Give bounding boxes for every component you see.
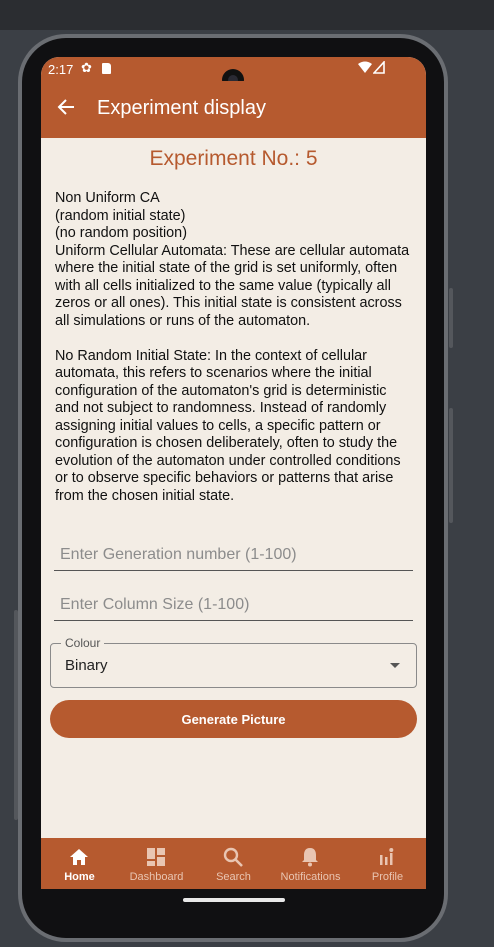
power-button (449, 288, 453, 348)
nav-home-label: Home (64, 871, 95, 883)
generation-number-field[interactable] (54, 546, 419, 571)
nav-dashboard-label: Dashboard (129, 871, 184, 883)
experiment-heading: Experiment No.: 5 (149, 147, 318, 170)
nav-notifications[interactable]: Notifications (272, 838, 349, 889)
status-time: 2:17 (48, 62, 74, 77)
nav-search[interactable]: Search (195, 838, 272, 889)
search-icon (223, 847, 243, 867)
bottom-navigation: Home Dashboard Search Notifications Prof… (41, 838, 426, 889)
sd-card-icon (102, 63, 111, 74)
home-icon (70, 849, 88, 865)
app-bar: Experiment display (41, 81, 426, 138)
generate-picture-button[interactable]: Generate Picture (50, 700, 417, 738)
experiment-description: Non Uniform CA (random initial state) (n… (55, 190, 410, 504)
nav-dashboard[interactable]: Dashboard (118, 838, 195, 889)
side-rail (14, 610, 18, 820)
dropdown-caret-icon (390, 663, 400, 668)
nav-search-label: Search (216, 871, 251, 883)
signal-icon (373, 61, 385, 74)
phone-screen: 2:17 ✿ Experiment display Experiment No.… (41, 57, 426, 889)
settings-gear-icon: ✿ (81, 60, 92, 75)
nav-profile[interactable]: Profile (349, 838, 426, 889)
app-bar-title: Experiment display (97, 97, 266, 119)
colour-label: Colour (61, 636, 105, 650)
volume-button (449, 408, 453, 523)
emulator-top-strip (0, 0, 494, 30)
wifi-icon (358, 61, 372, 73)
column-size-input[interactable] (54, 596, 419, 614)
back-arrow-icon[interactable] (56, 97, 76, 117)
colour-dropdown[interactable]: Colour Binary (50, 636, 417, 688)
column-size-field[interactable] (54, 596, 419, 621)
nav-notifications-label: Notifications (280, 871, 341, 883)
gesture-home-bar[interactable] (183, 898, 285, 902)
nav-home[interactable]: Home (41, 838, 118, 889)
profile-icon (380, 848, 394, 865)
nav-profile-label: Profile (371, 871, 404, 883)
bell-icon (302, 848, 318, 867)
generation-number-input[interactable] (54, 546, 419, 564)
dashboard-icon (147, 848, 165, 866)
colour-selected-value: Binary (65, 657, 108, 674)
